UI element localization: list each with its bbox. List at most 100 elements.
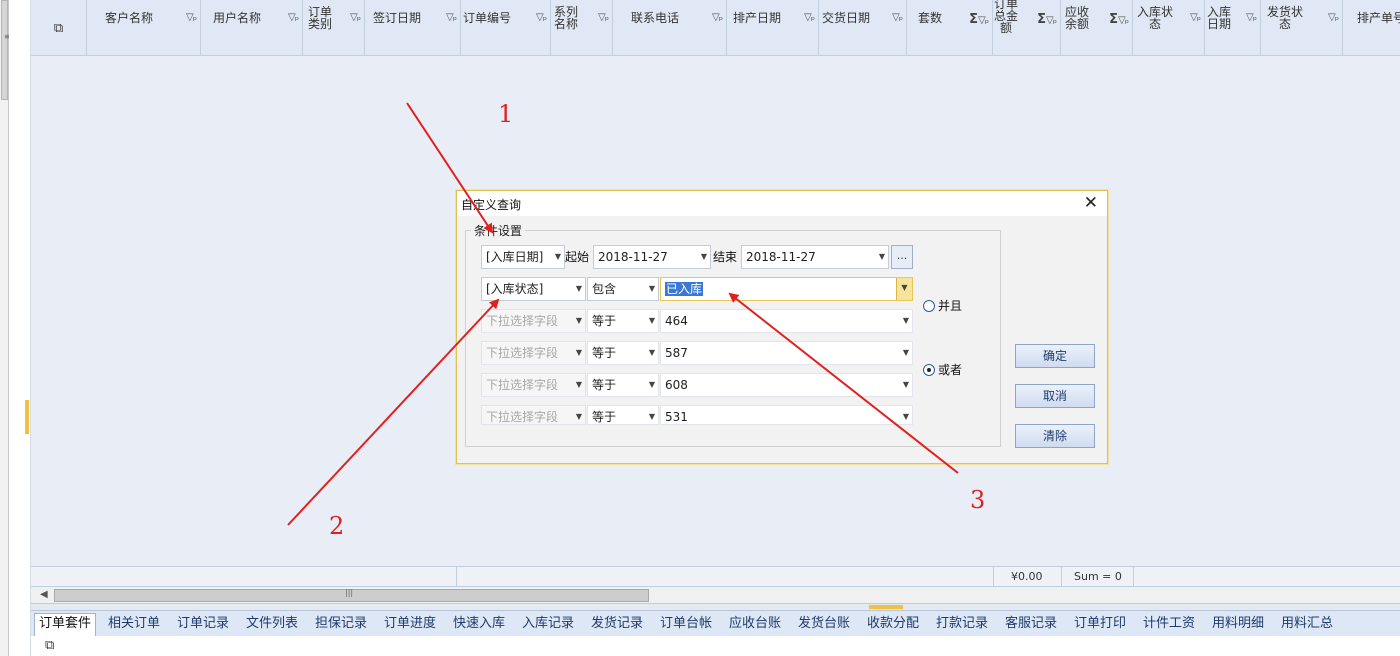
bottom-toolbar: ⧉ — [31, 636, 1400, 656]
tab-remittance-records[interactable]: 打款记录 — [932, 614, 992, 636]
operator-select-row4[interactable]: 等于 ▼ — [587, 341, 659, 365]
operator-select-row6[interactable]: 等于 ▼ — [587, 405, 659, 425]
col-header-customer[interactable]: 客户名称 ▽ₚ — [87, 0, 201, 56]
field-select-row2[interactable]: [入库状态] ▼ — [481, 277, 586, 301]
more-button[interactable]: ... — [891, 245, 913, 269]
left-scroll-thumb[interactable]: ≡ — [1, 0, 11, 100]
operator-select-row3[interactable]: 等于 ▼ — [587, 309, 659, 333]
column-chooser-icon: ⧉ — [53, 20, 64, 36]
filter-pin-icon[interactable]: ▽ₚ — [1190, 12, 1201, 23]
tab-payment-allocation[interactable]: 收款分配 — [863, 614, 923, 636]
chevron-down-icon: ▼ — [648, 412, 655, 421]
tab-stock-in-records[interactable]: 入库记录 — [518, 614, 578, 636]
horizontal-scrollbar[interactable]: ◀ ||| — [31, 587, 1400, 604]
tab-service-records[interactable]: 客服记录 — [1001, 614, 1061, 636]
tab-quick-stock-in[interactable]: 快速入库 — [449, 614, 509, 636]
value-text: 608 — [665, 378, 688, 392]
sum-filter-pin-icon[interactable]: Σ▽ₚ — [1109, 12, 1129, 27]
filter-pin-icon[interactable]: ▽ₚ — [804, 12, 815, 23]
cancel-button[interactable]: 取消 — [1015, 384, 1095, 408]
tab-order-ledger[interactable]: 订单台帐 — [656, 614, 716, 636]
tab-order-progress[interactable]: 订单进度 — [380, 614, 440, 636]
tab-material-summary[interactable]: 用料汇总 — [1277, 614, 1337, 636]
radio-circle-checked — [923, 363, 935, 376]
value-input-row4[interactable]: 587 ▼ — [660, 341, 913, 365]
ok-button[interactable]: 确定 — [1015, 344, 1095, 368]
filter-pin-icon[interactable]: ▽ₚ — [536, 12, 547, 23]
filter-pin-icon[interactable]: ▽ₚ — [598, 12, 609, 23]
filter-pin-icon[interactable]: ▽ₚ — [186, 12, 197, 23]
field-select-row6[interactable]: 下拉选择字段 ▼ — [481, 405, 586, 425]
tab-receivable-ledger[interactable]: 应收台账 — [725, 614, 785, 636]
radio-or[interactable]: 或者 — [923, 361, 962, 378]
close-icon[interactable]: ✕ — [1084, 193, 1098, 213]
operator-select-row2[interactable]: 包含 ▼ — [587, 277, 659, 301]
operator-value: 等于 — [592, 346, 617, 360]
tab-order-suite[interactable]: 订单套件 — [34, 613, 97, 637]
dialog-titlebar[interactable]: 自定义查询 ✕ — [457, 191, 1107, 216]
chevron-down-icon[interactable]: ▼ — [896, 278, 912, 300]
col-header-stock-date[interactable]: 入库 日期 ▽ₚ — [1205, 0, 1261, 56]
col-header-order-amount[interactable]: 订单 总金 额 Σ▽ₚ — [993, 0, 1061, 56]
filter-pin-icon[interactable]: ▽ₚ — [892, 12, 903, 23]
tab-guarantee-records[interactable]: 担保记录 — [311, 614, 371, 636]
filter-pin-icon[interactable]: ▽ₚ — [1328, 12, 1339, 23]
field-select-row5[interactable]: 下拉选择字段 ▼ — [481, 373, 586, 397]
col-header-schedule-date[interactable]: 排产日期 ▽ₚ — [727, 0, 819, 56]
tab-shipping-records[interactable]: 发货记录 — [587, 614, 647, 636]
operator-select-row5[interactable]: 等于 ▼ — [587, 373, 659, 397]
splitter-marker[interactable] — [869, 605, 903, 609]
col-header-user[interactable]: 用户名称 ▽ₚ — [201, 0, 303, 56]
col-header-schedule-no[interactable]: 排产单号 — [1343, 0, 1400, 56]
tab-order-records[interactable]: 订单记录 — [173, 614, 233, 636]
start-date-input[interactable]: 2018-11-27 ▼ — [593, 245, 711, 269]
sum-filter-pin-icon[interactable]: Σ▽ₚ — [969, 12, 989, 27]
col-header-sets[interactable]: 套数 Σ▽ₚ — [907, 0, 993, 56]
field-select-row1[interactable]: [入库日期] ▼ — [481, 245, 565, 269]
filter-pin-icon[interactable]: ▽ₚ — [1246, 12, 1257, 23]
col-label: 订单 总金 额 — [994, 0, 1019, 35]
left-scrollbar[interactable]: ≡ — [0, 0, 11, 656]
tab-piece-wages[interactable]: 计件工资 — [1139, 614, 1199, 636]
col-header-delivery-date[interactable]: 交货日期 ▽ₚ — [819, 0, 907, 56]
tab-material-details[interactable]: 用料明细 — [1208, 614, 1268, 636]
column-chooser-icon[interactable]: ⧉ — [45, 638, 54, 653]
value-input-row6[interactable]: 531 ▼ — [660, 405, 913, 425]
col-label: 用户名称 — [213, 11, 262, 25]
chevron-down-icon: ▼ — [902, 412, 909, 421]
radio-and[interactable]: 并且 — [923, 297, 962, 314]
filter-pin-icon[interactable]: ▽ₚ — [288, 12, 299, 23]
scroll-left-icon[interactable]: ◀ — [40, 589, 48, 600]
filter-pin-icon[interactable]: ▽ₚ — [446, 12, 457, 23]
tab-shipping-ledger[interactable]: 发货台账 — [794, 614, 854, 636]
tab-file-list[interactable]: 文件列表 — [242, 614, 302, 636]
filter-pin-icon[interactable]: ▽ₚ — [350, 12, 361, 23]
col-header-order-type[interactable]: 订单 类别 ▽ₚ — [303, 0, 365, 56]
field-select-row3[interactable]: 下拉选择字段 ▼ — [481, 309, 586, 333]
radio-and-label: 并且 — [938, 299, 963, 313]
grid-header: ⧉ 客户名称 ▽ₚ 用户名称 ▽ₚ 订单 类别 ▽ₚ 签订日期 ▽ₚ 订单编号 … — [31, 0, 1400, 56]
filter-pin-icon[interactable]: ▽ₚ — [712, 12, 723, 23]
chevron-down-icon: ▼ — [902, 316, 909, 325]
value-input-row3[interactable]: 464 ▼ — [660, 309, 913, 333]
col-header-ship-status[interactable]: 发货状 态 ▽ₚ — [1261, 0, 1343, 56]
tab-related-orders[interactable]: 相关订单 — [104, 614, 164, 636]
horizontal-scroll-thumb[interactable]: ||| — [54, 588, 649, 602]
col-header-order-no[interactable]: 订单编号 ▽ₚ — [461, 0, 551, 56]
dialog-title: 自定义查询 — [461, 198, 522, 212]
splitter-marker[interactable] — [25, 400, 29, 434]
clear-button[interactable]: 清除 — [1015, 424, 1095, 448]
col-header-phone[interactable]: 联系电话 ▽ₚ — [613, 0, 727, 56]
col-header-sign-date[interactable]: 签订日期 ▽ₚ — [365, 0, 461, 56]
value-input-row2[interactable]: 已入库 ▼ — [660, 277, 913, 301]
col-header-series[interactable]: 系列 名称 ▽ₚ — [551, 0, 613, 56]
value-input-row5[interactable]: 608 ▼ — [660, 373, 913, 397]
tab-order-print[interactable]: 订单打印 — [1070, 614, 1130, 636]
col-header-receivable[interactable]: 应收 余额 Σ▽ₚ — [1061, 0, 1133, 56]
footer-sum: Sum = 0 — [1074, 570, 1122, 583]
column-chooser-button[interactable]: ⧉ — [31, 0, 87, 56]
field-select-row4[interactable]: 下拉选择字段 ▼ — [481, 341, 586, 365]
end-date-input[interactable]: 2018-11-27 ▼ — [741, 245, 889, 269]
sum-filter-pin-icon[interactable]: Σ▽ₚ — [1037, 12, 1057, 27]
col-header-stock-status[interactable]: 入库状 态 ▽ₚ — [1133, 0, 1205, 56]
